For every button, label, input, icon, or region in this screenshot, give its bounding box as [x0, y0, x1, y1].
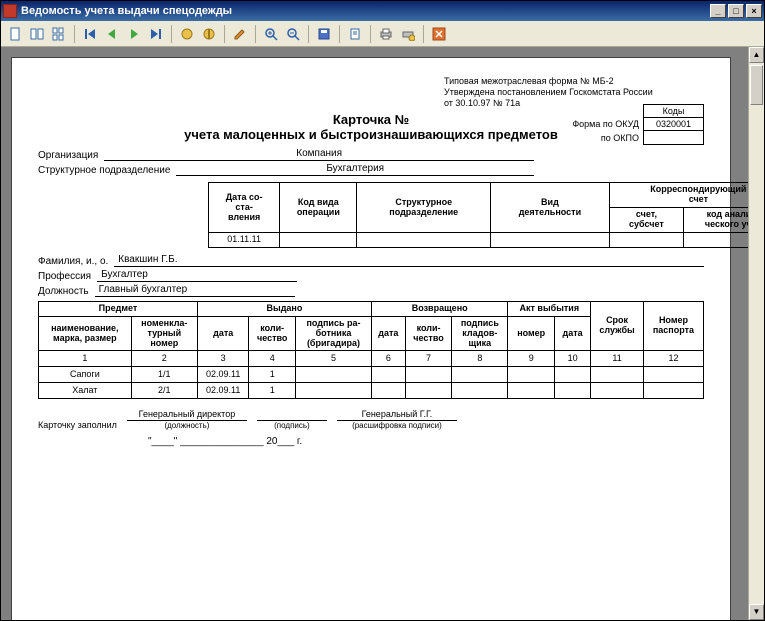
col: номенкла-турныйномер	[131, 316, 197, 351]
titlebar: Ведомость учета выдачи спецодежды _ □ ×	[1, 1, 764, 21]
scroll-thumb[interactable]	[750, 65, 763, 105]
page-facing-icon[interactable]	[27, 24, 47, 44]
main-table: Предмет Выдано Возвращено Акт выбытия Ср…	[38, 301, 704, 400]
col: дата	[371, 316, 405, 351]
hdr-subcol: счет,субсчет	[609, 208, 683, 233]
nav-last-icon[interactable]	[146, 24, 166, 44]
header-table: Дата со-ста-вления Код видаоперации Стру…	[208, 182, 748, 247]
col: наименование,марка, размер	[39, 316, 132, 351]
table-row: Халат2/102.09.111	[39, 383, 704, 399]
okud-value: 0320001	[644, 118, 704, 131]
save-icon[interactable]	[314, 24, 334, 44]
prof-label: Профессия	[38, 271, 97, 282]
page-multi-icon[interactable]	[49, 24, 69, 44]
prof-value: Бухгалтер	[97, 269, 297, 282]
close-button[interactable]: ×	[746, 4, 762, 18]
vertical-scrollbar[interactable]: ▲ ▼	[748, 47, 764, 620]
nav-first-icon[interactable]	[80, 24, 100, 44]
table-row: Сапоги1/102.09.111	[39, 367, 704, 383]
pos-label: Должность	[38, 286, 95, 297]
nav-next-icon[interactable]	[124, 24, 144, 44]
app-window: Ведомость учета выдачи спецодежды _ □ ×	[0, 0, 765, 621]
hdr-col: Корреспондирующийсчет	[609, 183, 748, 208]
zoom-in-icon[interactable]	[261, 24, 281, 44]
pos-value: Главный бухгалтер	[95, 284, 295, 297]
okpo-label: по ОКПО	[566, 131, 643, 145]
grp: Предмет	[39, 301, 198, 316]
print-icon[interactable]	[376, 24, 396, 44]
zoom-out-icon[interactable]	[283, 24, 303, 44]
org-label: Организация	[38, 150, 104, 161]
sign-decode-sub: (расшифровка подписи)	[337, 421, 457, 430]
settings2-icon[interactable]	[199, 24, 219, 44]
scroll-down-icon[interactable]: ▼	[749, 604, 764, 620]
toolbar	[1, 21, 764, 47]
codes-header: Коды	[644, 105, 704, 118]
col: дата	[197, 316, 248, 351]
dept-value: Бухгалтерия	[176, 163, 534, 176]
hdr-col: Дата со-ста-вления	[209, 183, 280, 233]
close-preview-icon[interactable]	[429, 24, 449, 44]
sign-sub: (подпись)	[257, 421, 327, 430]
col: дата	[555, 316, 591, 351]
col: коли-чество	[405, 316, 452, 351]
print-setup-icon[interactable]	[398, 24, 418, 44]
paper-scroll[interactable]: Типовая межотраслевая форма № МБ-2 Утвер…	[1, 47, 748, 620]
fio-label: Фамилия, и., о.	[38, 256, 114, 267]
dept-row: Структурное подразделение Бухгалтерия	[38, 163, 704, 176]
org-value: Компания	[104, 148, 534, 161]
minimize-button[interactable]: _	[710, 4, 726, 18]
num-row: 123456789101112	[39, 351, 704, 367]
hdr-subcol: код аналити-ческого учета	[684, 208, 749, 233]
col: номер	[508, 316, 555, 351]
org-row: Организация Компания	[38, 148, 704, 161]
grp: Возвращено	[371, 301, 507, 316]
col: подпись ра-ботника(бригадира)	[296, 316, 372, 351]
okpo-value	[644, 131, 704, 145]
date-template: "____" _______________ 20___ г.	[38, 436, 704, 447]
col: коли-чество	[249, 316, 296, 351]
col: Срокслужбы	[591, 301, 644, 351]
hdr-col: Структурноеподразделение	[357, 183, 491, 233]
fio-value: Квакшин Г.Б.	[114, 254, 704, 267]
document-page: Типовая межотраслевая форма № МБ-2 Утвер…	[11, 57, 731, 620]
grp: Акт выбытия	[508, 301, 591, 316]
codes-box: Коды Форма по ОКУД0320001 по ОКПО	[566, 104, 704, 145]
person-block: Фамилия, и., о.Квакшин Г.Б. ПрофессияБух…	[38, 254, 704, 297]
col: Номерпаспорта	[643, 301, 703, 351]
edit-icon[interactable]	[230, 24, 250, 44]
form-info-line: Утверждена постановлением Госкомстата Ро…	[444, 87, 704, 98]
export-icon[interactable]	[345, 24, 365, 44]
filled-label: Карточку заполнил	[38, 420, 117, 430]
window-title: Ведомость учета выдачи спецодежды	[21, 5, 232, 17]
hdr-col: Виддеятельности	[491, 183, 610, 233]
dept-label: Структурное подразделение	[38, 165, 176, 176]
nav-prev-icon[interactable]	[102, 24, 122, 44]
sign-row: Карточку заполнил Генеральный директор (…	[38, 409, 704, 430]
sign-position: Генеральный директор	[127, 409, 247, 421]
hdr-date: 01.11.11	[209, 232, 280, 247]
sign-decode: Генеральный Г.Г.	[337, 409, 457, 421]
app-icon	[3, 4, 17, 18]
settings1-icon[interactable]	[177, 24, 197, 44]
grp: Выдано	[197, 301, 371, 316]
scroll-up-icon[interactable]: ▲	[749, 47, 764, 63]
page-single-icon[interactable]	[5, 24, 25, 44]
maximize-button[interactable]: □	[728, 4, 744, 18]
form-info-line: Типовая межотраслевая форма № МБ-2	[444, 76, 704, 87]
sign-position-sub: (должность)	[127, 421, 247, 430]
hdr-col: Код видаоперации	[280, 183, 357, 233]
viewport: Типовая межотраслевая форма № МБ-2 Утвер…	[1, 47, 764, 620]
okud-label: Форма по ОКУД	[566, 118, 643, 131]
col: подписькладов-щика	[452, 316, 508, 351]
